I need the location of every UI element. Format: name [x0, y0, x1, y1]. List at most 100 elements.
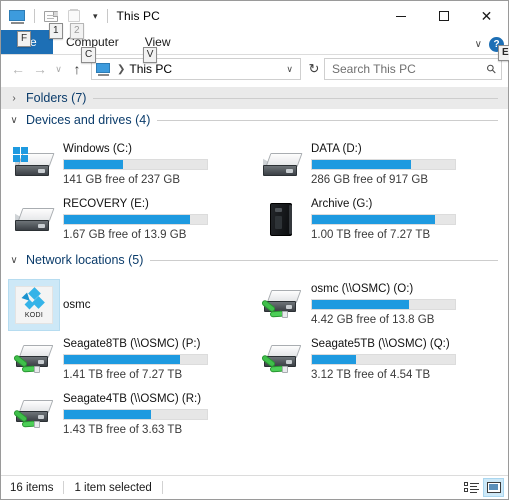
drive-name: Seagate4TB (\\OSMC) (R:): [63, 393, 202, 405]
network-drive-tile[interactable]: osmc (\\OSMC) (O:) 4.42 GB free of 13.8 …: [253, 277, 501, 332]
breadcrumb-dropdown-icon[interactable]: ∨: [286, 64, 297, 75]
monitor-glyph: [9, 9, 26, 24]
drive-tile[interactable]: Archive (G:) 1.00 TB free of 7.27 TB: [253, 192, 501, 247]
file-list-view[interactable]: › Folders (7) ∨ Devices and drives (4) W…: [1, 83, 508, 475]
back-button[interactable]: ←: [7, 58, 29, 80]
drive-info: Windows (C:) 141 GB free of 237 GB: [63, 142, 235, 187]
drive-capacity: 4.42 GB free of 13.8 GB: [311, 314, 435, 326]
network-drive-icon: [257, 335, 307, 385]
drive-tile[interactable]: Windows (C:) 141 GB free of 237 GB: [5, 137, 253, 192]
breadcrumb-bar[interactable]: ❯ This PC ∨: [91, 58, 301, 80]
shortcut-info: osmc: [63, 299, 235, 311]
explorer-window: 1 2 ▾ This PC ✕ File F Compute: [0, 0, 509, 500]
breadcrumb-current[interactable]: This PC: [129, 62, 172, 76]
status-divider-1: [63, 481, 65, 494]
drive-capacity: 1.00 TB free of 7.27 TB: [311, 229, 431, 241]
properties-glyph: [68, 9, 81, 23]
capacity-bar: [311, 354, 456, 365]
ribbon-right-controls: ∨ ? E: [475, 37, 509, 61]
help-icon[interactable]: ? E: [489, 37, 509, 61]
refresh-icon[interactable]: ↻: [304, 58, 324, 80]
network-drive-tile[interactable]: Seagate4TB (\\OSMC) (R:) 1.43 TB free of…: [5, 387, 253, 442]
drive-capacity: 141 GB free of 237 GB: [63, 174, 180, 186]
drive-info: Seagate8TB (\\OSMC) (P:) 1.41 TB free of…: [63, 337, 235, 382]
network-shortcut-tile[interactable]: KODI osmc: [5, 277, 253, 332]
capacity-bar: [311, 299, 456, 310]
keytip-file: F: [17, 31, 32, 47]
new-folder-icon[interactable]: 1: [42, 7, 63, 39]
chevron-down-icon[interactable]: ∨: [9, 115, 19, 126]
quick-access-toolbar: 1 2 ▾: [8, 1, 111, 39]
chevron-right-icon[interactable]: ›: [9, 93, 19, 104]
large-icons-view-button[interactable]: [483, 478, 504, 497]
group-header-devices[interactable]: ∨ Devices and drives (4): [1, 109, 508, 131]
network-drive-icon: [9, 390, 59, 440]
minimize-button[interactable]: [379, 1, 422, 31]
kodi-icon-label: KODI: [24, 311, 44, 319]
recent-locations-button[interactable]: ∨: [51, 58, 66, 80]
close-button[interactable]: ✕: [465, 1, 508, 31]
capacity-bar: [63, 159, 208, 170]
status-bar: 16 items 1 item selected: [1, 475, 508, 499]
chevron-down-icon[interactable]: ∨: [9, 255, 19, 266]
drive-name: Windows (C:): [63, 143, 133, 155]
drive-name: DATA (D:): [311, 143, 362, 155]
drive-info: Seagate5TB (\\OSMC) (Q:) 3.12 TB free of…: [311, 337, 483, 382]
group-rule: [157, 119, 498, 121]
drive-name: RECOVERY (E:): [63, 198, 149, 210]
forward-button[interactable]: →: [29, 58, 51, 80]
capacity-bar: [311, 214, 456, 225]
group-header-network[interactable]: ∨ Network locations (5): [1, 249, 508, 271]
keytip-new-folder: 1: [49, 22, 63, 39]
group-header-folders[interactable]: › Folders (7): [1, 87, 508, 109]
tab-view[interactable]: View V: [132, 30, 184, 63]
keytip-view: V: [142, 47, 158, 63]
drive-tile[interactable]: RECOVERY (E:) 1.67 GB free of 13.9 GB: [5, 192, 253, 247]
capacity-bar: [63, 409, 208, 420]
drive-info: RECOVERY (E:) 1.67 GB free of 13.9 GB: [63, 197, 235, 242]
tab-computer[interactable]: Computer C: [53, 30, 132, 63]
tab-file[interactable]: File F: [1, 30, 53, 54]
capacity-bar: [311, 159, 456, 170]
breadcrumb-separator-icon: ❯: [117, 63, 126, 75]
keytip-computer: C: [81, 47, 97, 63]
kodi-icon: KODI: [8, 278, 60, 331]
qat-divider-2: [106, 9, 108, 23]
drive-capacity: 1.67 GB free of 13.9 GB: [63, 229, 187, 241]
title-bar: 1 2 ▾ This PC ✕: [1, 1, 508, 39]
drive-info: Archive (G:) 1.00 TB free of 7.27 TB: [311, 197, 483, 242]
drive-capacity: 1.43 TB free of 3.63 TB: [63, 424, 183, 436]
network-tiles: KODI osmc osmc (\\OSMC) (O:) 4.42 GB fre…: [1, 271, 508, 444]
windows-drive-icon: [9, 140, 59, 190]
drive-info: osmc (\\OSMC) (O:) 4.42 GB free of 13.8 …: [311, 282, 483, 327]
search-input[interactable]: [332, 62, 488, 76]
external-drive-icon: [257, 195, 307, 245]
devices-tiles: Windows (C:) 141 GB free of 237 GB DATA …: [1, 131, 508, 249]
drive-capacity: 1.41 TB free of 7.27 TB: [63, 369, 183, 381]
selection-count: 1 item selected: [74, 481, 152, 494]
window-controls: ✕: [379, 1, 508, 31]
search-box[interactable]: ⚲: [324, 58, 502, 80]
address-bar: ← → ∨ ↑ ❯ This PC ∨ ↻ ⚲: [1, 55, 508, 83]
qat-dropdown-icon[interactable]: ▾: [93, 11, 98, 21]
properties-icon[interactable]: 2: [65, 7, 84, 39]
status-divider-2: [161, 481, 163, 494]
hard-drive-icon: [9, 195, 59, 245]
monitor-icon[interactable]: [8, 7, 27, 26]
network-drive-tile[interactable]: Seagate8TB (\\OSMC) (P:) 1.41 TB free of…: [5, 332, 253, 387]
capacity-bar: [63, 354, 208, 365]
network-drive-icon: [257, 280, 307, 330]
window-title: This PC: [116, 9, 160, 23]
item-count: 16 items: [10, 481, 54, 494]
drive-info: DATA (D:) 286 GB free of 917 GB: [311, 142, 483, 187]
details-view-button[interactable]: [462, 479, 481, 496]
network-drive-tile[interactable]: Seagate5TB (\\OSMC) (Q:) 3.12 TB free of…: [253, 332, 501, 387]
drive-capacity: 286 GB free of 917 GB: [311, 174, 428, 186]
hard-drive-icon: [257, 140, 307, 190]
keytip-help: E: [498, 45, 509, 61]
maximize-button[interactable]: [422, 1, 465, 31]
chevron-down-icon[interactable]: ∨: [475, 39, 482, 50]
drive-tile[interactable]: DATA (D:) 286 GB free of 917 GB: [253, 137, 501, 192]
shortcut-name: osmc: [63, 298, 91, 311]
close-icon: ✕: [480, 8, 493, 24]
